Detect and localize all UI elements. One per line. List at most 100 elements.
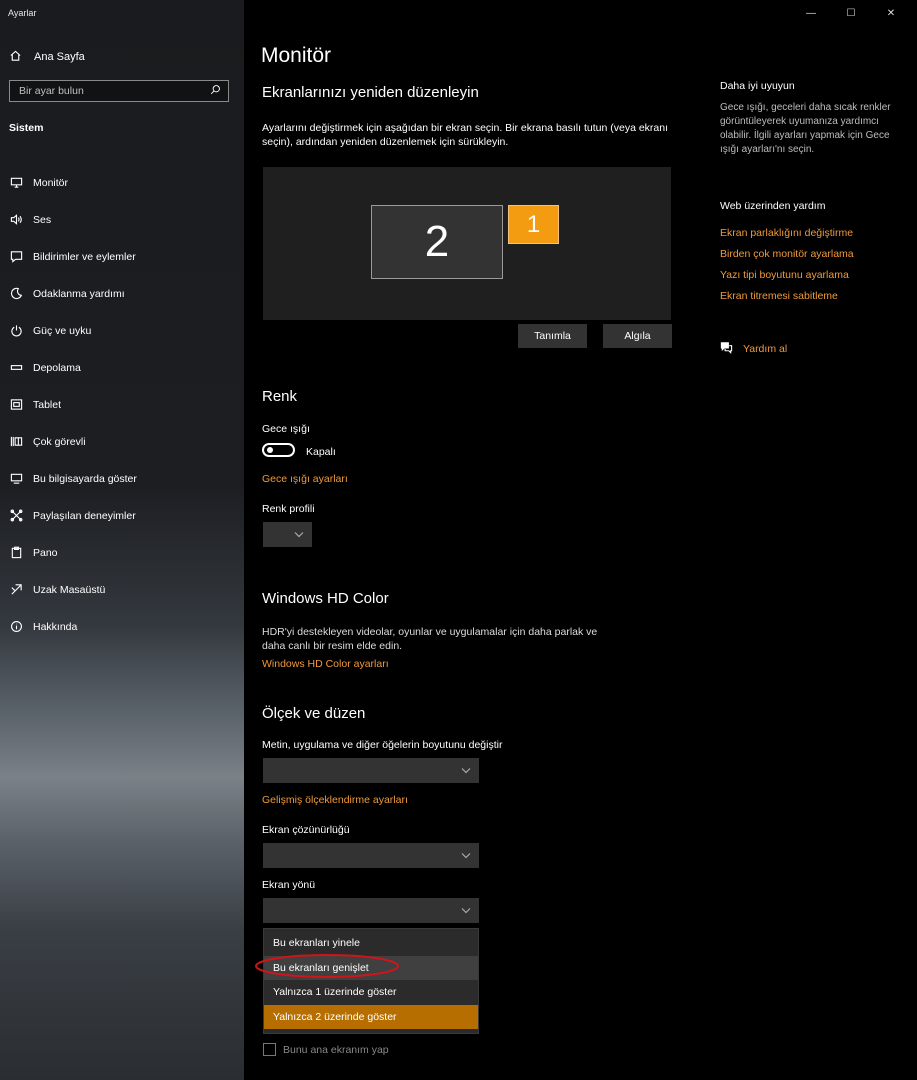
sidebar-item-tablet[interactable]: Tablet [0,386,244,423]
power-icon [9,324,23,338]
search-box[interactable] [9,80,229,102]
identify-button[interactable]: Tanımla [518,324,587,348]
remote-icon [9,583,23,597]
resolution-select[interactable] [263,843,479,868]
sidebar-home[interactable]: Ana Sayfa [9,49,85,65]
sidebar: Ayarlar Ana Sayfa Sistem Monitör Ses Bil… [0,0,244,1080]
toggle-knob [267,447,273,453]
chevron-down-icon [461,908,471,914]
speaker-icon [9,213,23,227]
chevron-down-icon [461,768,471,774]
sidebar-item-label: Çok görevli [33,435,86,448]
sidebar-item-about[interactable]: Hakkında [0,608,244,645]
night-light-toggle[interactable] [262,443,295,457]
advanced-scaling-link[interactable]: Gelişmiş ölçeklendirme ayarları [262,794,408,806]
sidebar-item-label: Pano [33,546,58,559]
app-title: Ayarlar [8,8,37,18]
display-arrangement-area[interactable]: 2 1 [263,167,671,320]
color-heading: Renk [262,388,298,405]
sidebar-item-label: Depolama [33,361,81,374]
help-link-flicker[interactable]: Ekran titremesi sabitleme [720,290,838,302]
multitask-icon [9,435,23,449]
orientation-label: Ekran yönü [262,879,316,891]
maximize-button[interactable]: ☐ [831,6,871,20]
option-show-only-2[interactable]: Yalnızca 2 üzerinde göster [264,1005,478,1029]
option-show-only-1[interactable]: Yalnızca 1 üzerinde göster [264,980,478,1004]
sidebar-item-multitasking[interactable]: Çok görevli [0,423,244,460]
clipboard-icon [9,546,23,560]
sidebar-item-label: Bu bilgisayarda göster [33,472,137,485]
scale-heading: Ölçek ve düzen [262,705,366,722]
moon-icon [9,287,23,301]
color-profile-label: Renk profili [262,503,315,515]
option-extend[interactable]: Bu ekranları genişlet [264,956,478,980]
sidebar-item-shared-experiences[interactable]: Paylaşılan deneyimler [0,497,244,534]
rearrange-desc-1: Ayarlarını değiştirmek için aşağıdan bir… [262,122,669,134]
hdr-desc-1: HDR'yi destekleyen videolar, oyunlar ve … [262,626,598,638]
scale-select[interactable] [263,758,479,783]
sidebar-nav: Monitör Ses Bildirimler ve eylemler Odak… [0,164,244,645]
color-profile-select[interactable] [263,522,312,547]
detect-button[interactable]: Algıla [603,324,672,348]
window-controls: — ☐ ✕ [791,6,911,20]
scale-size-label: Metin, uygulama ve diğer öğelerin boyutu… [262,739,503,751]
page-title: Monitör [261,44,332,67]
option-duplicate[interactable]: Bu ekranları yinele [264,931,478,955]
night-light-label: Gece ışığı [262,423,310,435]
night-light-state: Kapalı [306,446,336,458]
main-display-label: Bunu ana ekranım yap [283,1043,389,1056]
tablet-icon [9,398,23,412]
notification-icon [9,250,23,264]
sidebar-item-label: Bildirimler ve eylemler [33,250,136,263]
rearrange-heading: Ekranlarınızı yeniden düzenleyin [262,84,479,101]
sidebar-item-label: Uzak Masaüstü [33,583,106,596]
orientation-select[interactable] [263,898,479,923]
help-link-font-size[interactable]: Yazı tipi boyutunu ayarlama [720,269,849,281]
rearrange-desc-2: seçin), ardından yeniden düzenlemek için… [262,136,509,148]
resolution-label: Ekran çözünürlüğü [262,824,350,836]
sidebar-item-focus-assist[interactable]: Odaklanma yardımı [0,275,244,312]
get-help-link[interactable]: Yardım al [720,341,787,357]
sidebar-item-label: Güç ve uyku [33,324,92,337]
sidebar-item-remote-desktop[interactable]: Uzak Masaüstü [0,571,244,608]
main-content: — ☐ ✕ Monitör Ekranlarınızı yeniden düze… [244,0,917,1080]
chevron-down-icon [294,532,304,538]
minimize-button[interactable]: — [791,6,831,20]
help-link-brightness[interactable]: Ekran parlaklığını değiştirme [720,227,853,239]
main-display-row: Bunu ana ekranım yap [263,1043,389,1056]
sidebar-item-clipboard[interactable]: Pano [0,534,244,571]
search-input[interactable] [19,85,199,97]
sidebar-item-label: Tablet [33,398,62,411]
help-sleep-title: Daha iyi uyuyun [720,80,795,92]
sidebar-item-label: Hakkında [33,620,78,633]
chevron-down-icon [461,853,471,859]
search-icon[interactable] [210,84,221,98]
project-icon [9,472,23,486]
sidebar-item-notifications[interactable]: Bildirimler ve eylemler [0,238,244,275]
display-2-tile[interactable]: 2 [371,205,503,279]
home-icon [9,49,22,65]
display-1-tile[interactable]: 1 [508,205,559,244]
sidebar-item-sound[interactable]: Ses [0,201,244,238]
info-icon [9,620,23,634]
close-button[interactable]: ✕ [871,6,911,20]
shared-icon [9,509,23,523]
night-light-settings-link[interactable]: Gece ışığı ayarları [262,473,348,485]
help-link-multiple-monitors[interactable]: Birden çok monitör ayarlama [720,248,854,260]
monitor-icon [9,176,23,190]
main-display-checkbox[interactable] [263,1043,276,1056]
sidebar-item-label: Paylaşılan deneyimler [33,509,136,522]
chat-help-icon [720,341,733,357]
sidebar-item-label: Monitör [33,176,69,189]
help-web-title: Web üzerinden yardım [720,200,826,212]
storage-icon [9,361,23,375]
sidebar-item-monitor[interactable]: Monitör [0,164,244,201]
hdr-desc-2: daha canlı bir resim elde edin. [262,640,403,652]
hdr-settings-link[interactable]: Windows HD Color ayarları [262,658,389,670]
sidebar-item-label: Odaklanma yardımı [33,287,125,300]
sidebar-item-storage[interactable]: Depolama [0,349,244,386]
sidebar-item-label: Ses [33,213,52,226]
sidebar-item-power-sleep[interactable]: Güç ve uyku [0,312,244,349]
sidebar-section-title: Sistem [9,122,44,134]
sidebar-item-project[interactable]: Bu bilgisayarda göster [0,460,244,497]
